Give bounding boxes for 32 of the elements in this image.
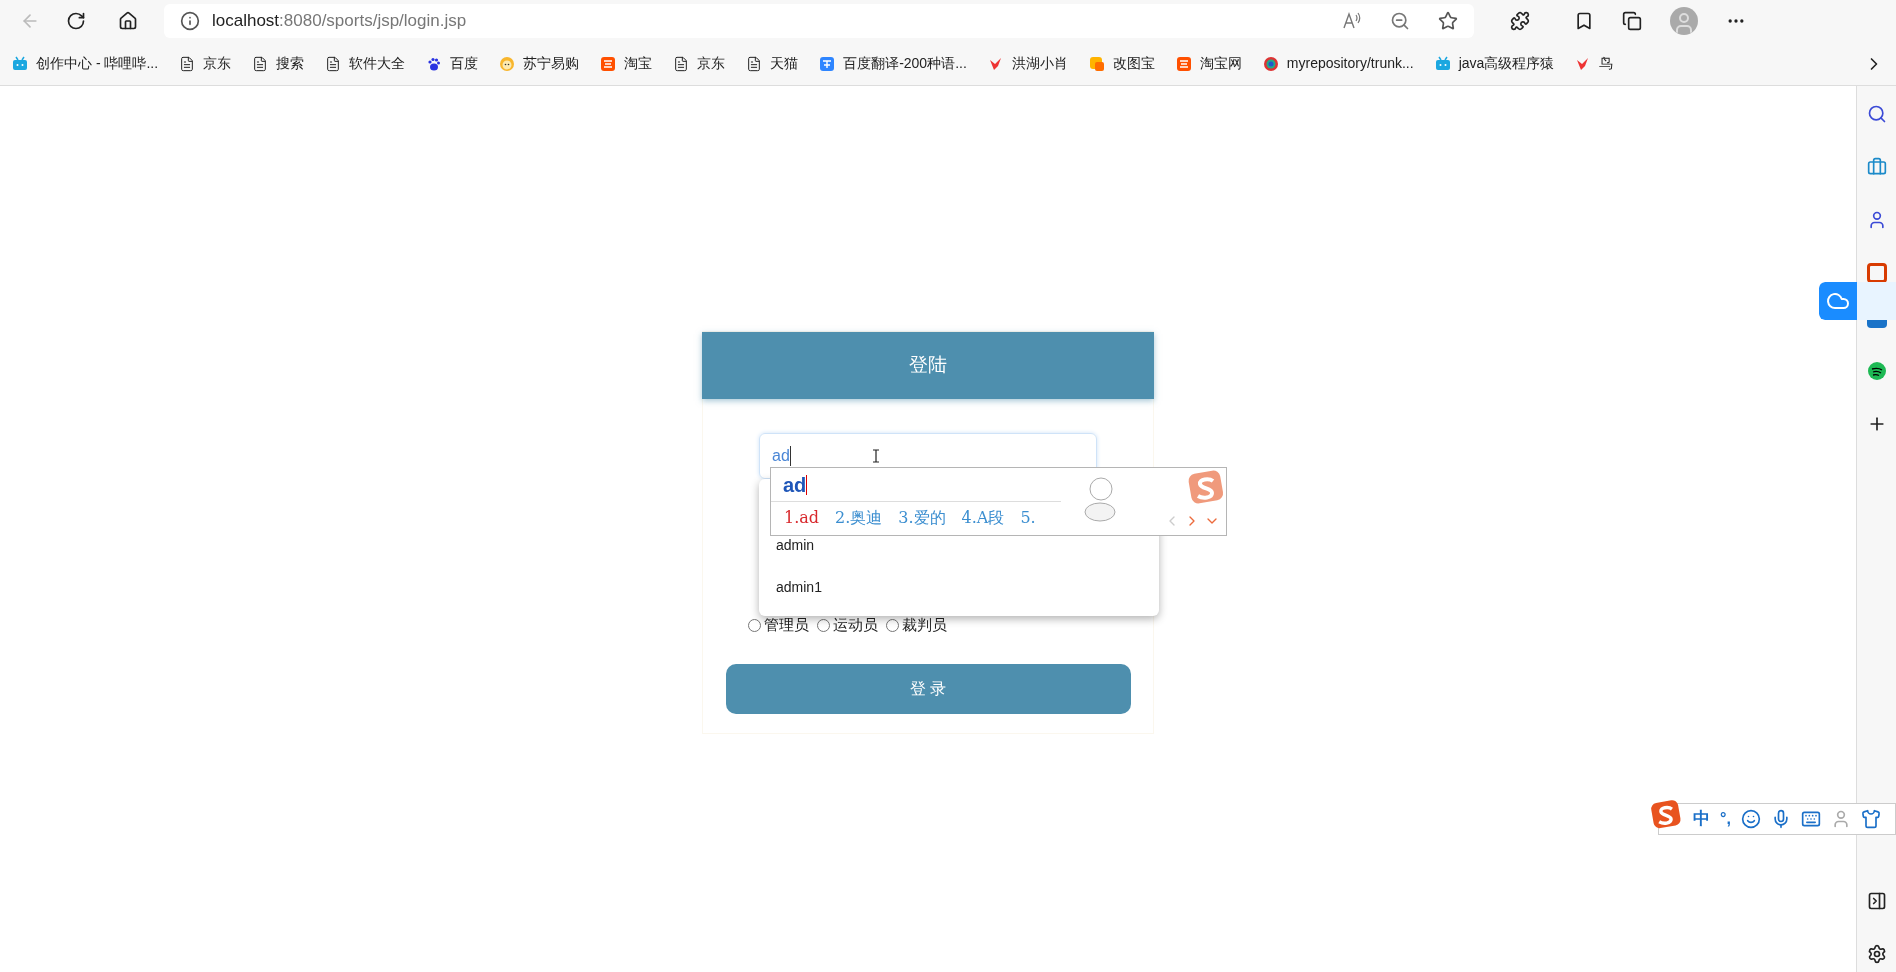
bookmark-link[interactable]: 百度 xyxy=(426,53,479,74)
login-button[interactable]: 登 录 xyxy=(725,663,1131,714)
role-radio[interactable]: 裁判员 xyxy=(886,614,947,637)
bookmark-link[interactable]: 改图宝 xyxy=(1088,53,1155,74)
ime-candidate[interactable]: 3.爱的 xyxy=(898,506,946,530)
bookmark-link[interactable]: 京东 xyxy=(673,53,726,74)
input-mode-toggle[interactable]: 中 xyxy=(1693,806,1710,832)
bookmark-link[interactable]: 天猫 xyxy=(746,53,799,74)
ime-candidate[interactable]: 4.A段 xyxy=(961,506,1005,530)
bookmark-link[interactable]: 苏宁易购 xyxy=(499,53,580,74)
username-value: ad xyxy=(772,446,790,466)
bookmark-link[interactable]: myrepository/trunk... xyxy=(1262,53,1414,74)
bookmark-link[interactable]: 淘宝 xyxy=(600,53,653,74)
login-title: 登陆 xyxy=(909,353,947,378)
ime-candidate[interactable]: 1.ad xyxy=(784,506,820,530)
bookmark-link[interactable]: 搜索 xyxy=(252,53,305,74)
ime-candidate[interactable]: 5. xyxy=(1020,506,1036,530)
bookmark-link[interactable]: 鸟 xyxy=(1575,53,1614,74)
ime-candidate[interactable]: 2.奥迪 xyxy=(835,506,883,530)
bookmark-link[interactable]: java高级程序猿 xyxy=(1434,53,1555,74)
bookmark-link[interactable]: 创作中心 - 哔哩哔... xyxy=(12,53,159,74)
role-radio[interactable]: 管理员 xyxy=(748,614,809,637)
bookmark-link[interactable]: 百度翻译-200种语... xyxy=(819,53,967,74)
bookmark-link[interactable]: 京东 xyxy=(179,53,232,74)
suggestion-item[interactable]: admin1 xyxy=(759,566,1159,608)
bookmark-link[interactable]: 洪湖小肖 xyxy=(987,53,1068,74)
bookmark-link[interactable]: 软件大全 xyxy=(325,53,406,74)
bookmark-link[interactable]: 淘宝网 xyxy=(1175,53,1242,74)
url-text: localhost:8080/sports/jsp/login.jsp xyxy=(212,10,467,33)
punctuation-toggle[interactable]: °, xyxy=(1720,807,1731,831)
address-bar[interactable]: localhost:8080/sports/jsp/login.jsp xyxy=(164,4,1474,38)
role-radio[interactable]: 运动员 xyxy=(817,614,878,637)
